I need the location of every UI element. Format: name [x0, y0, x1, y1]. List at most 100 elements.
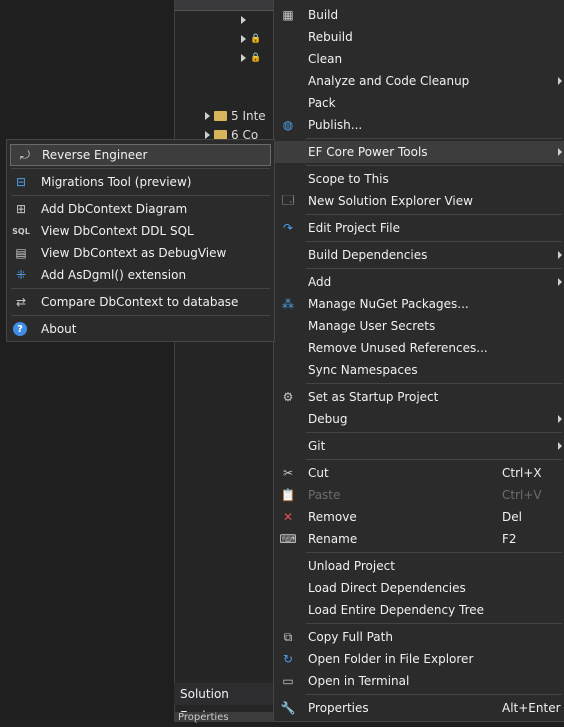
expand-icon[interactable] [241, 35, 246, 43]
menu-separator [11, 195, 270, 196]
menu-item-scope[interactable]: Scope to This [274, 168, 564, 190]
project-context-menu: ▦ Build Rebuild Clean Analyze and Code C… [273, 0, 564, 722]
menu-separator [306, 432, 562, 433]
menu-item-sync-ns[interactable]: Sync Namespaces [274, 359, 564, 381]
menu-item-clean[interactable]: Clean [274, 48, 564, 70]
menu-separator [306, 214, 562, 215]
menu-item-build-deps[interactable]: Build Dependencies [274, 244, 564, 266]
menu-separator [306, 138, 562, 139]
new-window-icon: 🗔 [281, 192, 295, 207]
close-icon: ✕ [282, 510, 294, 524]
menu-item-startup[interactable]: ⚙ Set as Startup Project [274, 386, 564, 408]
tree-row[interactable] [241, 11, 246, 29]
redo-icon: ↷ [282, 221, 294, 235]
migrations-icon: ⊟ [15, 175, 27, 189]
menu-item-analyze[interactable]: Analyze and Code Cleanup [274, 70, 564, 92]
hierarchy-icon: ⊞ [15, 202, 27, 216]
menu-separator [306, 623, 562, 624]
expand-icon[interactable] [241, 54, 246, 62]
menu-item-paste[interactable]: 📋 Paste Ctrl+V [274, 484, 564, 506]
copy-icon: ⧉ [283, 629, 293, 644]
menu-item-copy-path[interactable]: ⧉ Copy Full Path [274, 626, 564, 648]
selected-project-row[interactable] [175, 0, 275, 11]
menu-item-add[interactable]: Add [274, 271, 564, 293]
submenu-arrow-icon [558, 148, 562, 156]
solution-explorer-tab[interactable]: Solution Explorer [174, 683, 274, 723]
menu-separator [306, 241, 562, 242]
submenu-arrow-icon [558, 77, 562, 85]
expand-icon[interactable] [205, 112, 210, 120]
menu-separator [306, 165, 562, 166]
ef-core-submenu: ⤾ Reverse Engineer ⊟ Migrations Tool (pr… [6, 139, 275, 342]
menu-item-about[interactable]: ? About [7, 318, 274, 340]
menu-item-publish[interactable]: ◍ Publish... [274, 114, 564, 136]
terminal-icon: ▭ [282, 674, 294, 688]
expand-icon[interactable] [205, 131, 210, 139]
lock-icon: 🔒 [250, 53, 262, 63]
expand-icon[interactable] [241, 16, 246, 24]
tree-row[interactable]: 🔒 [241, 49, 261, 67]
menu-item-properties[interactable]: 🔧 Properties Alt+Enter [274, 697, 564, 719]
submenu-arrow-icon [558, 278, 562, 286]
clipboard-icon: 📋 [280, 488, 296, 502]
menu-separator [11, 168, 270, 169]
menu-item-remove-refs[interactable]: Remove Unused References... [274, 337, 564, 359]
menu-separator [306, 552, 562, 553]
menu-item-unload[interactable]: Unload Project [274, 555, 564, 577]
rename-icon: ⌨ [279, 532, 297, 546]
submenu-arrow-icon [558, 251, 562, 259]
menu-item-open-folder[interactable]: ↻ Open Folder in File Explorer [274, 648, 564, 670]
menu-item-cut[interactable]: ✂ Cut Ctrl+X [274, 462, 564, 484]
reverse-engineer-icon: ⤾ [20, 147, 30, 162]
lock-icon: 🔒 [250, 34, 262, 44]
menu-item-debug[interactable]: Debug [274, 408, 564, 430]
menu-separator [306, 694, 562, 695]
submenu-arrow-icon [558, 442, 562, 450]
menu-separator [306, 459, 562, 460]
menu-item-debugview[interactable]: ▤ View DbContext as DebugView [7, 242, 274, 264]
compare-icon: ⇄ [15, 295, 27, 309]
menu-item-ef-core-power-tools[interactable]: EF Core Power Tools [274, 141, 564, 163]
menu-item-diagram[interactable]: ⊞ Add DbContext Diagram [7, 198, 274, 220]
menu-separator [306, 268, 562, 269]
scissors-icon: ✂ [282, 466, 294, 480]
sql-icon: SQL [12, 226, 30, 236]
submenu-arrow-icon [558, 415, 562, 423]
nuget-icon: ⁂ [282, 297, 294, 311]
menu-separator [11, 288, 270, 289]
tree-row-label: 5 Inte [231, 109, 266, 123]
menu-item-new-view[interactable]: 🗔 New Solution Explorer View [274, 190, 564, 212]
tree-row[interactable]: 🔒 [241, 30, 261, 48]
globe-icon: ◍ [282, 118, 294, 132]
solution-explorer-panel: 🔒 🔒 5 Inte 6 Co [174, 0, 275, 722]
menu-item-pack[interactable]: Pack [274, 92, 564, 114]
menu-item-reverse-engineer[interactable]: ⤾ Reverse Engineer [10, 144, 271, 166]
help-icon: ? [13, 322, 27, 336]
menu-item-compare[interactable]: ⇄ Compare DbContext to database [7, 291, 274, 313]
folder-icon [214, 111, 227, 121]
tree-row[interactable]: 5 Inte [205, 107, 266, 125]
menu-item-edit-project[interactable]: ↷ Edit Project File [274, 217, 564, 239]
menu-item-ddl-sql[interactable]: SQL View DbContext DDL SQL [7, 220, 274, 242]
menu-item-user-secrets[interactable]: Manage User Secrets [274, 315, 564, 337]
menu-item-load-tree[interactable]: Load Entire Dependency Tree [274, 599, 564, 621]
menu-separator [306, 383, 562, 384]
menu-item-git[interactable]: Git [274, 435, 564, 457]
menu-item-rename[interactable]: ⌨ Rename F2 [274, 528, 564, 550]
refresh-icon: ↻ [282, 652, 294, 666]
menu-item-remove[interactable]: ✕ Remove Del [274, 506, 564, 528]
document-icon: ▤ [15, 246, 27, 260]
dgml-icon: ⁜ [15, 268, 27, 282]
menu-item-build[interactable]: ▦ Build [274, 4, 564, 26]
menu-separator [11, 315, 270, 316]
properties-tab[interactable]: Properties [174, 712, 274, 722]
menu-item-load-direct[interactable]: Load Direct Dependencies [274, 577, 564, 599]
gear-icon: ⚙ [282, 390, 294, 404]
wrench-icon: 🔧 [280, 701, 296, 715]
menu-item-open-terminal[interactable]: ▭ Open in Terminal [274, 670, 564, 692]
menu-item-rebuild[interactable]: Rebuild [274, 26, 564, 48]
menu-item-nuget[interactable]: ⁂ Manage NuGet Packages... [274, 293, 564, 315]
menu-item-migrations[interactable]: ⊟ Migrations Tool (preview) [7, 171, 274, 193]
menu-item-dgml[interactable]: ⁜ Add AsDgml() extension [7, 264, 274, 286]
build-icon: ▦ [282, 8, 294, 22]
